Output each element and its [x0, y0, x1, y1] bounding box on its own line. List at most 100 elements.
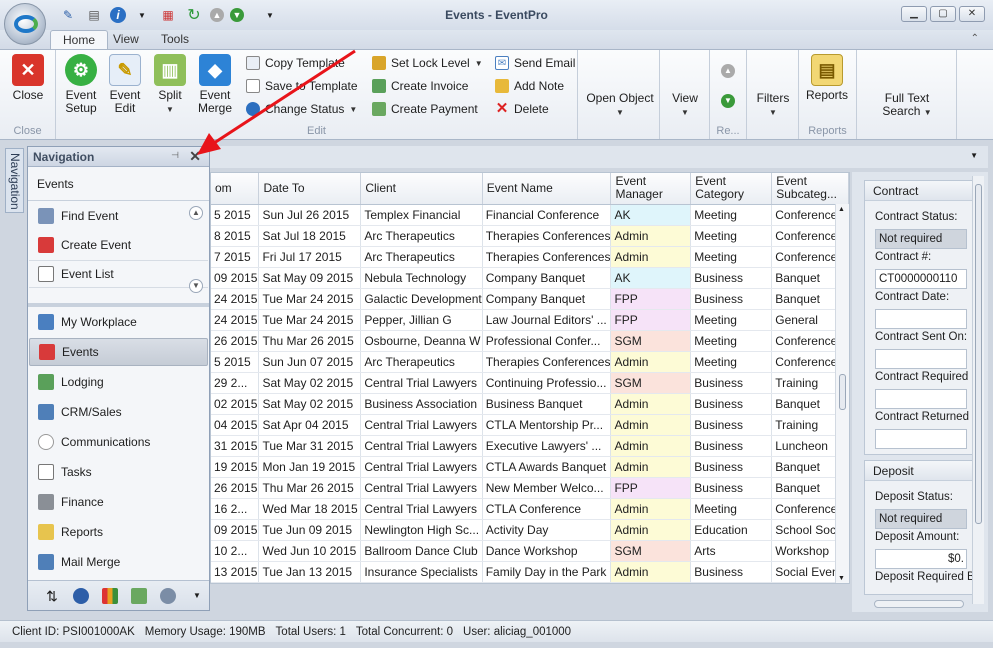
column-header[interactable]: om [211, 173, 260, 205]
filters-button[interactable]: Filters ▼ [751, 92, 795, 119]
open-object-button[interactable]: Open Object ▼ [582, 92, 658, 119]
table-cell[interactable]: SGM [610, 540, 692, 562]
nav-scroll-down-icon[interactable]: ▼ [189, 279, 203, 293]
table-row[interactable]: 8 2015 Sat Jul 18 2015 Arc Therapeutics The… [211, 225, 849, 247]
table-cell[interactable]: 09 2015 [211, 519, 260, 541]
table-cell[interactable]: Sat Jul 18 2015 [258, 225, 362, 247]
table-cell[interactable]: Business [690, 288, 773, 310]
grid-scroll-thumb[interactable] [839, 374, 846, 410]
contract-required-field[interactable] [875, 389, 967, 409]
table-cell[interactable]: Admin [610, 246, 692, 268]
navigation-strip[interactable]: Navigation [5, 148, 24, 213]
more-shortcuts-icon[interactable]: ▼ [189, 588, 205, 604]
table-cell[interactable]: Tue Jun 09 2015 [258, 519, 362, 541]
table-cell[interactable]: Tue Mar 24 2015 [258, 309, 362, 331]
table-cell[interactable]: Admin [610, 414, 692, 436]
table-cell[interactable]: 04 2015 [211, 414, 260, 436]
table-cell[interactable]: Wed Mar 18 2015 [258, 498, 362, 520]
add-note-button[interactable]: Add Note [495, 77, 564, 95]
event-merge-button[interactable]: ◆ Event Merge [193, 54, 237, 115]
table-cell[interactable]: 26 2015 [211, 477, 260, 499]
details-horizontal-scrollbar[interactable] [874, 600, 964, 608]
table-cell[interactable]: Fri Jul 17 2015 [258, 246, 362, 268]
table-cell[interactable]: Therapies Conferences [482, 225, 612, 247]
table-cell[interactable]: Family Day in the Park [482, 561, 612, 583]
table-cell[interactable]: FPP [610, 288, 692, 310]
nav-finance[interactable]: Finance [29, 488, 208, 516]
table-cell[interactable]: CTLA Conference [482, 498, 612, 520]
table-row[interactable]: 09 2015 Tue Jun 09 2015 Newlington High Sc… [211, 519, 849, 541]
table-cell[interactable]: Therapies Conferences [482, 246, 612, 268]
grid-vertical-scrollbar[interactable]: ▲ ▼ [835, 204, 849, 583]
table-cell[interactable]: 5 2015 [211, 351, 260, 373]
nav-mail-merge[interactable]: Mail Merge [29, 548, 208, 576]
deposit-amount-field[interactable]: $0. [875, 549, 967, 569]
table-cell[interactable]: 24 2015 [211, 288, 260, 310]
table-cell[interactable]: Pepper, Jillian G [360, 309, 483, 331]
table-cell[interactable]: SGM [610, 372, 692, 394]
table-row[interactable]: 09 2015 Sat May 09 2015 Nebula Technology C… [211, 267, 849, 289]
table-cell[interactable]: Templex Financial [360, 204, 483, 226]
table-cell[interactable]: Dance Workshop [482, 540, 612, 562]
table-cell[interactable]: Meeting [690, 204, 773, 226]
delete-button[interactable]: ✕ Delete [495, 100, 549, 118]
line-chart-icon[interactable] [131, 587, 147, 604]
grid-scroll-down-icon[interactable]: ▼ [838, 575, 845, 582]
table-cell[interactable]: Meeting [690, 309, 773, 331]
table-cell[interactable]: Executive Lawyers' ... [482, 435, 612, 457]
copy-template-button[interactable]: Copy Template [246, 54, 345, 72]
table-row[interactable]: 29 2... Sat May 02 2015 Central Trial Lawy… [211, 372, 849, 394]
table-row[interactable]: 5 2015 Sun Jun 07 2015 Arc Therapeutics The… [211, 351, 849, 373]
table-cell[interactable]: Company Banquet [482, 288, 612, 310]
create-payment-button[interactable]: Create Payment [372, 100, 478, 118]
table-cell[interactable]: 16 2... [211, 498, 260, 520]
table-cell[interactable]: Admin [610, 435, 692, 457]
table-cell[interactable]: Meeting [690, 351, 773, 373]
tab-view[interactable]: View [101, 30, 151, 50]
table-cell[interactable]: Meeting [690, 246, 773, 268]
next-record-icon[interactable]: ▼ [721, 94, 735, 108]
table-cell[interactable]: Business Banquet [482, 393, 612, 415]
close-button[interactable]: ✕ Close [6, 54, 50, 102]
table-cell[interactable]: Business Association [360, 393, 483, 415]
details-vertical-scrollbar[interactable] [972, 176, 984, 604]
event-edit-button[interactable]: ✎ Event Edit [103, 54, 147, 115]
table-cell[interactable]: Wed Jun 10 2015 [258, 540, 362, 562]
nav-find-event[interactable]: Find Event [29, 202, 208, 230]
content-options-dropdown-icon[interactable]: ▼ [970, 151, 978, 160]
nav-reports[interactable]: Reports [29, 518, 208, 546]
collapse-ribbon-icon[interactable]: ⌃ [971, 33, 979, 44]
table-cell[interactable]: Meeting [690, 330, 773, 352]
table-cell[interactable]: Tue Mar 31 2015 [258, 435, 362, 457]
table-cell[interactable]: Business [690, 435, 773, 457]
table-cell[interactable]: Central Trial Lawyers [360, 477, 483, 499]
table-cell[interactable]: Activity Day [482, 519, 612, 541]
table-cell[interactable]: Professional Confer... [482, 330, 612, 352]
table-cell[interactable]: Sat May 02 2015 [258, 372, 362, 394]
application-menu-button[interactable] [4, 3, 46, 45]
nav-communications[interactable]: Communications [29, 428, 208, 456]
table-cell[interactable]: Business [690, 477, 773, 499]
table-cell[interactable]: Admin [610, 393, 692, 415]
table-cell[interactable]: Business [690, 414, 773, 436]
table-cell[interactable]: CTLA Mentorship Pr... [482, 414, 612, 436]
maximize-button[interactable]: ▢ [930, 6, 956, 22]
table-cell[interactable]: Therapies Conferences [482, 351, 612, 373]
table-cell[interactable]: 29 2... [211, 372, 260, 394]
save-template-button[interactable]: Save to Template [246, 77, 358, 95]
table-cell[interactable]: Arts [690, 540, 773, 562]
table-cell[interactable]: 24 2015 [211, 309, 260, 331]
table-cell[interactable]: Sat Apr 04 2015 [258, 414, 362, 436]
table-cell[interactable]: Sat May 02 2015 [258, 393, 362, 415]
table-row[interactable]: 5 2015 Sun Jul 26 2015 Templex Financial Fi… [211, 204, 849, 226]
table-cell[interactable]: Business [690, 456, 773, 478]
table-row[interactable]: 16 2... Wed Mar 18 2015 Central Trial Lawy… [211, 498, 849, 520]
nav-splitter[interactable] [28, 303, 209, 307]
table-row[interactable]: 24 2015 Tue Mar 24 2015 Pepper, Jillian GL… [211, 309, 849, 331]
create-invoice-button[interactable]: Create Invoice [372, 77, 468, 95]
nav-crm-sales[interactable]: CRM/Sales [29, 398, 208, 426]
table-cell[interactable]: 02 2015 [211, 393, 260, 415]
close-navigation-button[interactable]: ✕ [189, 148, 201, 165]
table-row[interactable]: 24 2015 Tue Mar 24 2015 Galactic Developme… [211, 288, 849, 310]
table-row[interactable]: 26 2015 Thu Mar 26 2015 Central Trial Lawy… [211, 477, 849, 499]
